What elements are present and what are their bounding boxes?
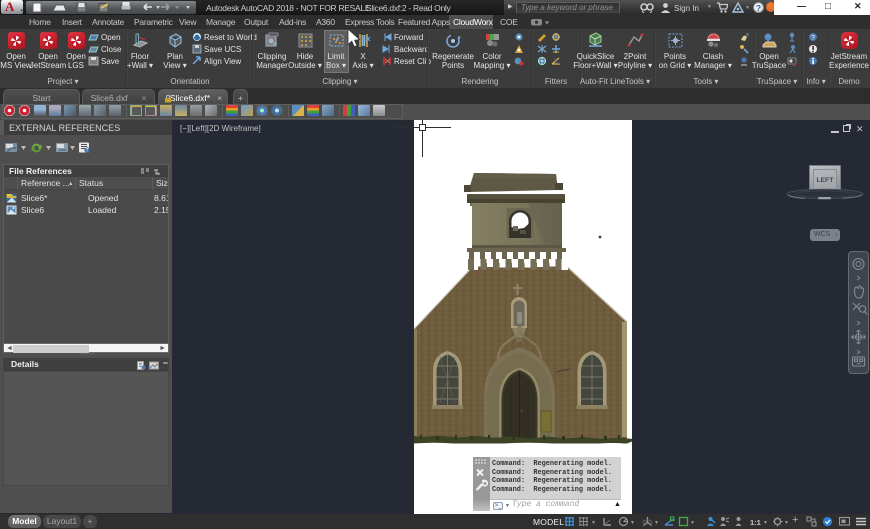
svg-text:?: ? <box>86 148 89 154</box>
svg-text:?: ? <box>811 35 815 42</box>
